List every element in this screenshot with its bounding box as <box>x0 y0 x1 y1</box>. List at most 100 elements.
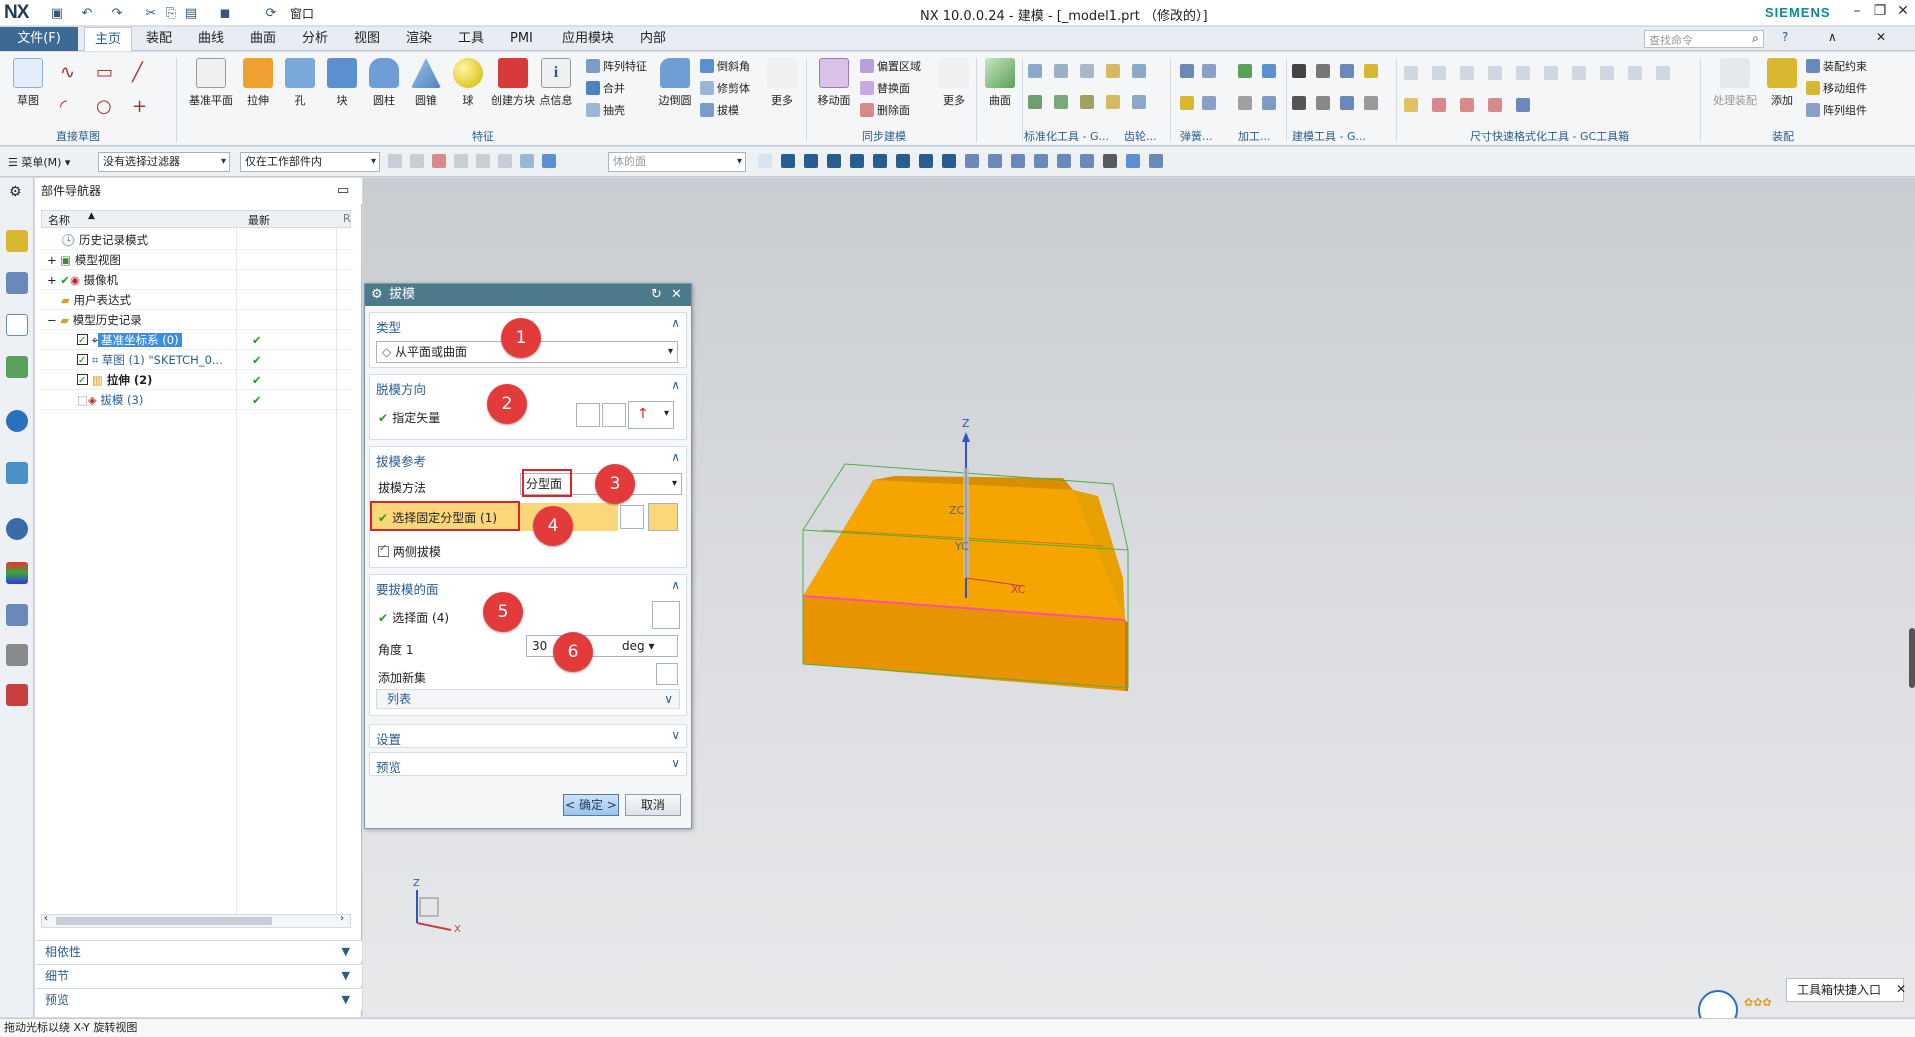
delete-face-button[interactable]: 删除面 <box>860 102 921 118</box>
expand-icon[interactable]: + <box>47 273 60 287</box>
tab-curve[interactable]: 曲线 <box>188 27 234 51</box>
search-icon[interactable]: ⌕ <box>1752 31 1759 46</box>
tree-item-history-mode[interactable]: 🕓 历史记录模式 <box>41 230 351 250</box>
reverse-direction-icon[interactable] <box>576 403 600 427</box>
section-preview[interactable]: 预览 ∨ <box>369 752 687 776</box>
tool-icon[interactable] <box>498 154 512 168</box>
tool-icon[interactable] <box>1364 64 1378 78</box>
dialog-gear-icon[interactable]: ⚙ <box>371 284 383 306</box>
tool-icon[interactable] <box>454 154 468 168</box>
dialog-title-bar[interactable]: ⚙ 拔模 ↻ ✕ <box>365 284 691 306</box>
tool-icon[interactable] <box>1132 64 1146 78</box>
tool-icon[interactable] <box>388 154 402 168</box>
help-icon[interactable]: ? <box>1782 30 1788 44</box>
tool-icon[interactable] <box>1054 95 1068 109</box>
view-icon[interactable] <box>1011 154 1025 168</box>
scroll-right-icon[interactable]: › <box>340 913 344 924</box>
tab-pmi[interactable]: PMI <box>500 27 543 51</box>
snap-icon[interactable] <box>965 154 979 168</box>
move-component-button[interactable]: 移动组件 <box>1806 80 1867 96</box>
tab-analysis[interactable]: 分析 <box>292 27 338 51</box>
replace-face-button[interactable]: 替换面 <box>860 80 921 96</box>
pattern-component-button[interactable]: 阵列组件 <box>1806 102 1867 118</box>
cancel-button[interactable]: 取消 <box>625 794 681 816</box>
viewport-edge-handle[interactable] <box>1909 628 1915 688</box>
angle-unit-dropdown[interactable]: deg ▾ <box>622 639 654 653</box>
both-sides-option[interactable]: 两侧拔模 <box>378 543 441 560</box>
snap-icon[interactable] <box>781 154 795 168</box>
tool-icon[interactable] <box>1628 66 1642 80</box>
line-icon[interactable]: ╱ <box>132 62 158 88</box>
doc-close-icon[interactable]: ✕ <box>1876 30 1886 44</box>
maximize-icon[interactable]: ▭ <box>337 183 349 198</box>
tree-item-extrude[interactable]: ▥ 拉伸 (2)✔ <box>41 370 351 391</box>
tool-icon[interactable] <box>1364 96 1378 110</box>
tab-view[interactable]: 视图 <box>344 27 390 51</box>
view-icon[interactable] <box>1149 154 1163 168</box>
view-icon[interactable] <box>1057 154 1071 168</box>
section-faces-header[interactable]: 要拔模的面 <box>376 579 439 598</box>
tree-item-draft[interactable]: ⬚◈ 拔模 (3) ✔ <box>41 390 351 410</box>
tool-icon[interactable] <box>1488 98 1502 112</box>
list-toggle[interactable]: 列表 ∨ <box>376 689 680 709</box>
tool-icon[interactable] <box>1432 98 1446 112</box>
tool-icon[interactable] <box>1028 64 1042 78</box>
chevron-up-icon[interactable]: ∧ <box>671 378 680 392</box>
copy-icon[interactable]: ⎘ <box>162 4 180 22</box>
datum-plane-button[interactable]: 基准平面 <box>186 58 236 108</box>
move-face-button[interactable]: 移动面 <box>812 58 856 108</box>
redo-icon[interactable]: ↷ <box>108 4 126 22</box>
web-browser-icon[interactable] <box>6 462 28 484</box>
tool-icon[interactable] <box>1404 66 1418 80</box>
shell-button[interactable]: 抽壳 <box>586 102 647 118</box>
chevron-up-icon[interactable]: ∧ <box>671 578 680 592</box>
tool-icon[interactable] <box>1516 66 1530 80</box>
feature-more-button[interactable]: 更多 <box>762 58 802 108</box>
view-icon[interactable] <box>1080 154 1094 168</box>
tool-icon[interactable] <box>1028 95 1042 109</box>
draft-button[interactable]: 拔模 <box>700 102 750 118</box>
tab-render[interactable]: 渲染 <box>396 27 442 51</box>
add-set-icon[interactable] <box>656 663 678 685</box>
tool-icon[interactable] <box>1262 96 1276 110</box>
column-name[interactable]: 名称 <box>48 212 70 228</box>
tab-applications[interactable]: 应用模块 <box>552 27 624 51</box>
tool-icon[interactable] <box>1132 95 1146 109</box>
tool-icon[interactable] <box>1238 96 1252 110</box>
column-extra[interactable]: R <box>343 212 351 225</box>
repeat-icon[interactable]: ⟳ <box>262 4 280 22</box>
add-parting-icon[interactable] <box>620 505 644 529</box>
tool-icon[interactable] <box>1238 64 1252 78</box>
view-icon[interactable] <box>1034 154 1048 168</box>
tool-icon[interactable] <box>1080 95 1094 109</box>
toolbox-close-icon[interactable]: ✕ <box>1896 982 1906 996</box>
tool-icon[interactable] <box>1316 96 1330 110</box>
tool-icon[interactable] <box>476 154 490 168</box>
tool-icon[interactable] <box>1202 96 1216 110</box>
hole-button[interactable]: 孔 <box>280 58 320 108</box>
checkbox-icon[interactable] <box>77 371 88 391</box>
snap-icon[interactable] <box>758 154 772 168</box>
snap-icon[interactable] <box>804 154 818 168</box>
section-settings[interactable]: 设置 ∨ <box>369 724 687 748</box>
checkbox-icon[interactable] <box>77 331 88 351</box>
tool-icon[interactable] <box>1106 64 1120 78</box>
tree-item-model-views[interactable]: + ▣ 模型视图 <box>41 250 351 270</box>
assembly-navigator-icon[interactable] <box>6 230 28 252</box>
cut-icon[interactable]: ✂ <box>142 4 160 22</box>
constraint-navigator-icon[interactable] <box>6 272 28 294</box>
section-direction-header[interactable]: 脱模方向 <box>376 379 426 398</box>
column-latest[interactable]: 最新 <box>248 212 270 228</box>
tree-item-model-history[interactable]: − ▰ 模型历史记录 <box>41 310 351 330</box>
both-sides-checkbox[interactable] <box>378 543 389 557</box>
tool-icon[interactable] <box>1516 98 1530 112</box>
window-menu[interactable]: 窗口 <box>290 5 314 22</box>
tree-item-cameras[interactable]: + ✔◉ 摄像机 <box>41 270 351 290</box>
tool-icon[interactable] <box>1180 96 1194 110</box>
point-icon[interactable]: + <box>132 96 158 122</box>
checkbox-icon[interactable] <box>77 351 88 371</box>
scroll-left-icon[interactable]: ‹ <box>44 913 48 924</box>
save-icon[interactable]: ▣ <box>48 4 66 22</box>
system-materials-icon[interactable] <box>6 562 28 584</box>
tool-icon[interactable] <box>1106 95 1120 109</box>
